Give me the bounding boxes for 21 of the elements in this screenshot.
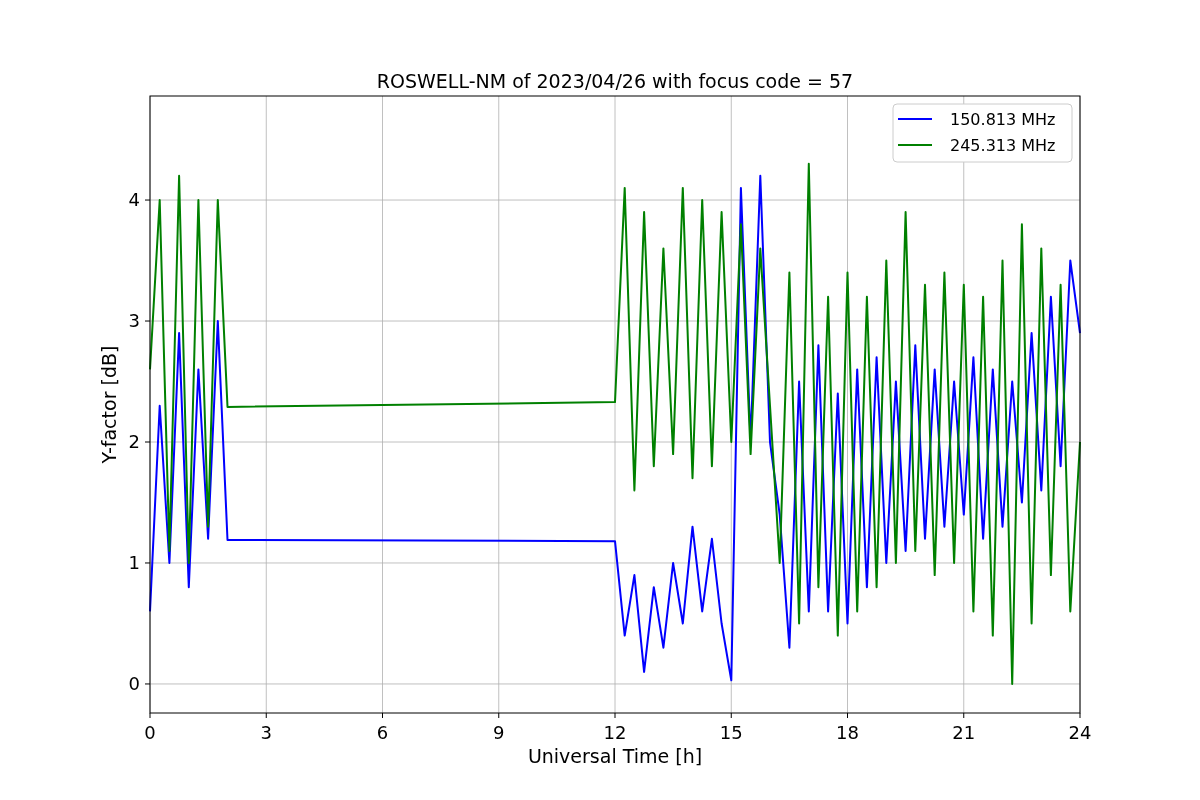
legend-label: 150.813 MHz [950, 110, 1056, 129]
x-tick-label: 0 [144, 722, 156, 743]
y-tick-label: 0 [128, 672, 140, 694]
x-tick-label: 3 [260, 722, 272, 743]
x-tick-label: 6 [376, 722, 389, 743]
x-tick-label: 21 [952, 722, 976, 743]
y-tick-label: 1 [128, 552, 140, 573]
x-tick-label: 9 [493, 722, 505, 743]
chart-title: ROSWELL-NM of 2023/04/26 with focus code = 57 [376, 70, 854, 92]
x-tick-label: 24 [1068, 722, 1092, 743]
legend-line [897, 118, 933, 120]
x-tick-label: 15 [719, 722, 743, 743]
y-tick-label: 2 [128, 431, 140, 452]
x-tick-label: 12 [603, 722, 627, 743]
y-tick-label: 4 [128, 189, 140, 211]
x-axis-label: Universal Time [h] [527, 745, 703, 767]
legend-line [897, 144, 933, 146]
y-tick-label: 3 [128, 310, 140, 331]
legend-label: 245.313 MHz [950, 136, 1056, 155]
y-axis-label: Y-factor [dB] [98, 345, 120, 464]
x-tick-label: 18 [836, 722, 859, 743]
